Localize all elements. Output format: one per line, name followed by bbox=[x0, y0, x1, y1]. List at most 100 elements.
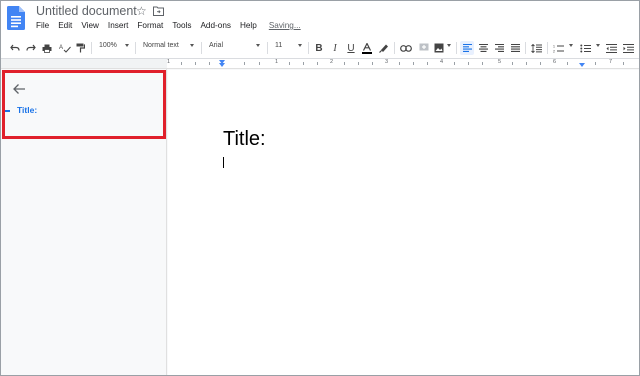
bulleted-list-dropdown-arrow-icon[interactable] bbox=[596, 44, 600, 47]
numbered-list-icon[interactable]: 12 bbox=[552, 37, 565, 59]
ruler-bar: 1 1 2 3 4 5 6 7 bbox=[1, 59, 639, 69]
ruler-tick bbox=[623, 62, 624, 65]
align-justify-icon[interactable] bbox=[509, 37, 521, 59]
menu-insert[interactable]: Insert bbox=[108, 21, 128, 30]
document-page[interactable] bbox=[168, 70, 639, 375]
toolbar-divider bbox=[525, 42, 526, 54]
menu-tools[interactable]: Tools bbox=[172, 21, 191, 30]
link-icon[interactable] bbox=[399, 37, 413, 59]
left-indent-marker[interactable] bbox=[219, 63, 225, 67]
decrease-indent-icon[interactable] bbox=[605, 37, 618, 59]
app-window: Untitled document ☆ File Edit View Inser… bbox=[0, 0, 640, 376]
toolbar-divider bbox=[547, 42, 548, 54]
toolbar-divider bbox=[456, 42, 457, 54]
ruler-label: 7 bbox=[609, 59, 613, 65]
ruler-tick bbox=[195, 62, 196, 65]
svg-text:2: 2 bbox=[553, 49, 555, 53]
insert-image-dropdown-arrow-icon[interactable] bbox=[447, 44, 451, 47]
zoom-select[interactable]: 100% bbox=[99, 42, 117, 49]
toolbar-divider bbox=[308, 42, 309, 54]
menu-bar: File Edit View Insert Format Tools Add-o… bbox=[36, 21, 310, 30]
ruler-tick bbox=[209, 62, 210, 65]
ruler[interactable]: 1 1 2 3 4 5 6 7 bbox=[167, 59, 639, 68]
menu-file[interactable]: File bbox=[36, 21, 49, 30]
undo-icon[interactable] bbox=[9, 37, 21, 59]
ruler-tick bbox=[540, 62, 541, 65]
ruler-tick bbox=[512, 62, 513, 65]
document-title[interactable]: Untitled document bbox=[36, 4, 137, 18]
ruler-tick bbox=[344, 62, 345, 65]
svg-text:1: 1 bbox=[553, 44, 555, 48]
save-status[interactable]: Saving... bbox=[269, 21, 301, 30]
ruler-tick bbox=[289, 62, 290, 65]
style-dropdown-arrow-icon[interactable] bbox=[190, 44, 194, 47]
align-right-icon[interactable] bbox=[493, 37, 505, 59]
font-size-select[interactable]: 11 bbox=[275, 42, 282, 49]
menu-view[interactable]: View bbox=[81, 21, 99, 30]
ruler-label: 1 bbox=[167, 59, 171, 65]
insert-image-icon[interactable] bbox=[433, 37, 445, 59]
highlight-annotation-box bbox=[2, 70, 166, 139]
increase-indent-icon[interactable] bbox=[622, 37, 635, 59]
align-left-icon[interactable] bbox=[460, 41, 474, 55]
underline-button[interactable]: U bbox=[345, 37, 357, 59]
ruler-tick bbox=[181, 62, 182, 65]
bulleted-list-icon[interactable] bbox=[579, 37, 592, 59]
toolbar-divider bbox=[394, 42, 395, 54]
bold-button[interactable]: B bbox=[313, 37, 325, 59]
ruler-tick bbox=[595, 62, 596, 65]
ruler-label: 2 bbox=[330, 59, 334, 65]
menu-help[interactable]: Help bbox=[240, 21, 257, 30]
ruler-tick bbox=[358, 62, 359, 65]
font-size-dropdown-arrow-icon[interactable] bbox=[298, 44, 302, 47]
font-select[interactable]: Arial bbox=[209, 42, 223, 49]
ruler-label: 5 bbox=[498, 59, 502, 65]
ruler-label: 6 bbox=[553, 59, 557, 65]
print-icon[interactable] bbox=[41, 37, 53, 59]
menu-addons[interactable]: Add-ons bbox=[200, 21, 231, 30]
svg-text:A: A bbox=[59, 45, 63, 51]
font-dropdown-arrow-icon[interactable] bbox=[256, 44, 260, 47]
highlight-color-icon[interactable] bbox=[378, 37, 390, 59]
ruler-tick bbox=[482, 62, 483, 65]
ruler-tick bbox=[372, 62, 373, 65]
line-spacing-icon[interactable] bbox=[530, 37, 543, 59]
paint-format-icon[interactable] bbox=[74, 37, 86, 59]
ruler-label: 4 bbox=[440, 59, 444, 65]
toolbar-divider bbox=[135, 42, 136, 54]
italic-button[interactable]: I bbox=[329, 37, 341, 59]
ruler-label: 1 bbox=[275, 59, 279, 65]
ruler-tick bbox=[567, 62, 568, 65]
paragraph-style-select[interactable]: Normal text bbox=[143, 42, 179, 49]
ruler-tick bbox=[413, 62, 414, 65]
numbered-list-dropdown-arrow-icon[interactable] bbox=[569, 44, 573, 47]
ruler-tick bbox=[468, 62, 469, 65]
text-color-icon[interactable] bbox=[361, 37, 373, 59]
ruler-tick bbox=[303, 62, 304, 65]
toolbar-divider bbox=[201, 42, 202, 54]
zoom-dropdown-arrow-icon[interactable] bbox=[125, 44, 129, 47]
insert-comment-icon[interactable] bbox=[417, 37, 430, 59]
toolbar: A 100% Normal text Arial 11 B I U 1 2 bbox=[1, 37, 639, 59]
ruler-tick bbox=[427, 62, 428, 65]
docs-logo-icon[interactable] bbox=[7, 6, 25, 30]
ruler-tick bbox=[317, 62, 318, 65]
ruler-tick bbox=[399, 62, 400, 65]
document-heading[interactable]: Title: bbox=[223, 128, 266, 151]
toolbar-divider bbox=[267, 42, 268, 54]
star-icon[interactable]: ☆ bbox=[136, 4, 147, 18]
menu-format[interactable]: Format bbox=[137, 21, 163, 30]
move-folder-icon[interactable] bbox=[153, 6, 164, 16]
ruler-tick bbox=[244, 62, 245, 65]
right-indent-marker[interactable] bbox=[579, 63, 585, 67]
text-cursor bbox=[223, 157, 224, 168]
ruler-tick bbox=[259, 62, 260, 65]
redo-icon[interactable] bbox=[25, 37, 37, 59]
menu-edit[interactable]: Edit bbox=[58, 21, 72, 30]
spellcheck-icon[interactable]: A bbox=[58, 37, 71, 59]
ruler-tick bbox=[454, 62, 455, 65]
toolbar-divider bbox=[91, 42, 92, 54]
align-center-icon[interactable] bbox=[477, 37, 489, 59]
ruler-label: 3 bbox=[385, 59, 389, 65]
header: Untitled document ☆ File Edit View Inser… bbox=[1, 1, 639, 37]
